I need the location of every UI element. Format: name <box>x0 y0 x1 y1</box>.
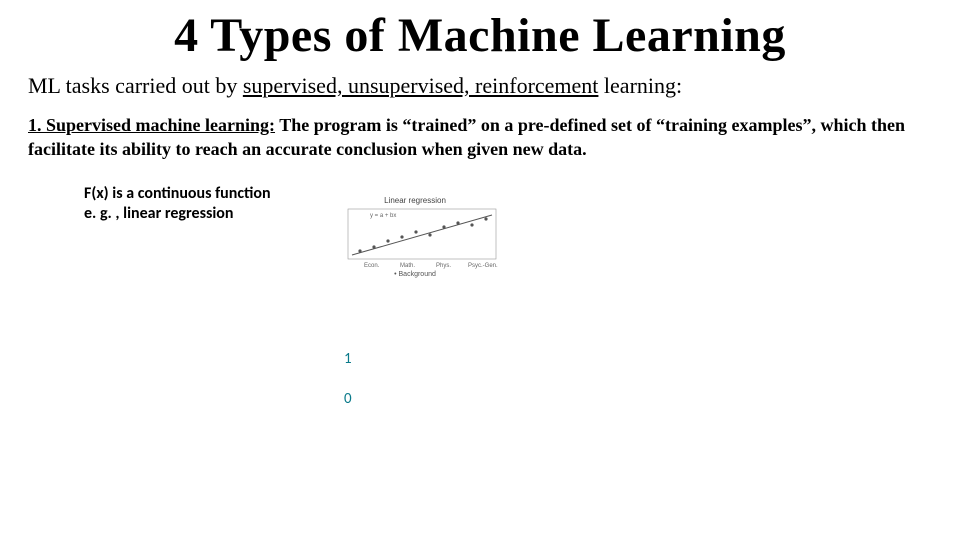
section-1: 1. Supervised machine learning: The prog… <box>0 113 960 162</box>
subtitle-underlined: supervised, unsupervised, reinforcement <box>243 73 599 98</box>
label-zero: 0 <box>344 390 352 408</box>
chart-title: Linear regression <box>330 196 500 205</box>
chart-xtick-1: Math. <box>400 263 415 269</box>
chart-plot-icon: y = a + bx Econ. Math. Phys. Psyc.-Gen. <box>330 207 500 269</box>
subtitle-suffix: learning: <box>598 73 682 98</box>
fx-line2: e. g. , linear regression <box>84 204 960 224</box>
label-one: 1 <box>344 350 352 368</box>
section-1-heading: 1. Supervised machine learning: <box>28 115 275 135</box>
chart-xtick-3: Psyc.-Gen. <box>468 263 498 269</box>
chart-linear-regression: Linear regression y = a + bx Econ. Math.… <box>330 196 500 278</box>
binary-labels: 1 0 <box>344 350 352 430</box>
chart-xlabel: • Background <box>330 271 500 278</box>
page-title: 4 Types of Machine Learning <box>0 0 960 69</box>
subtitle-prefix: ML tasks carried out by <box>28 73 243 98</box>
svg-text:y = a + bx: y = a + bx <box>370 213 396 219</box>
subtitle: ML tasks carried out by supervised, unsu… <box>0 69 960 113</box>
fx-line1: F(x) is a continuous function <box>84 184 960 204</box>
chart-xtick-2: Phys. <box>436 263 451 269</box>
chart-xtick-0: Econ. <box>364 263 380 269</box>
